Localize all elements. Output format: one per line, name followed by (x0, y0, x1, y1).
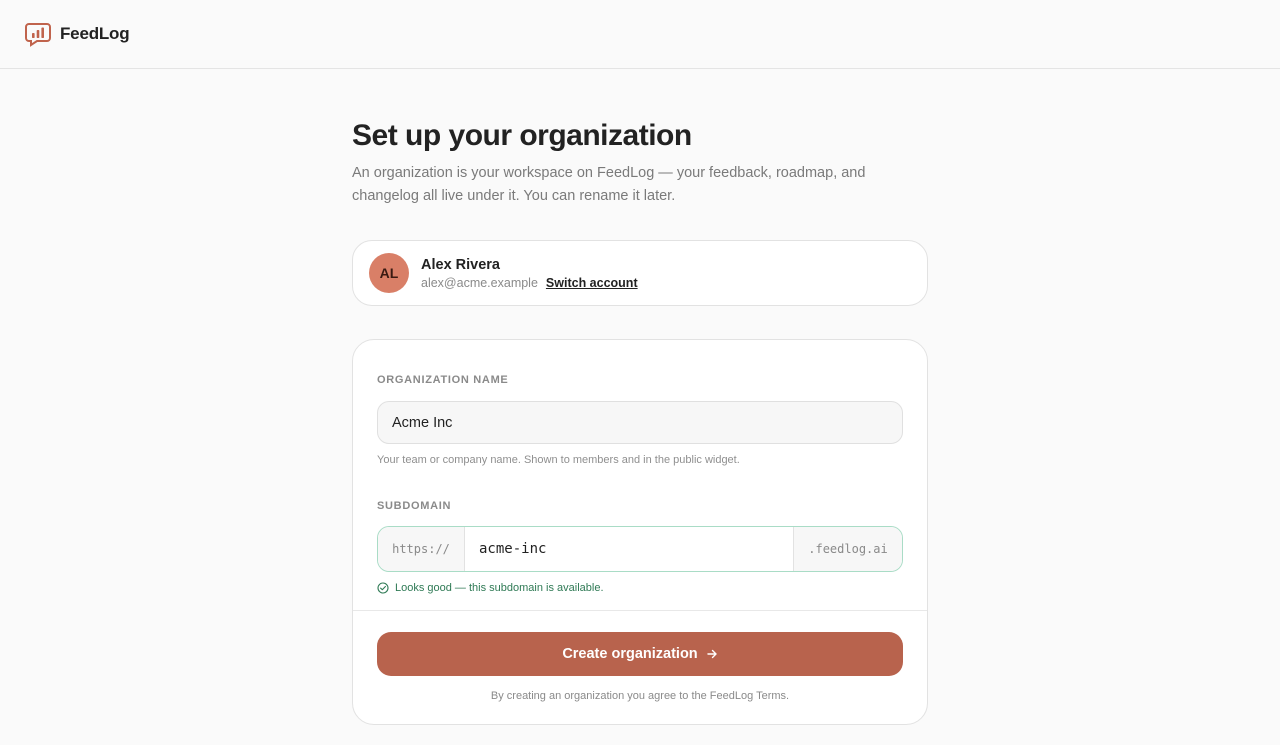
account-info: Alex Rivera alex@acme.example Switch acc… (421, 256, 638, 290)
create-organization-label: Create organization (562, 646, 698, 662)
form-footer: Create organization By creating an organ… (353, 611, 927, 702)
setup-main: Set up your organization An organization… (352, 118, 928, 725)
subdomain-suffix: .feedlog.ai (793, 527, 902, 571)
org-name-input[interactable] (377, 401, 903, 444)
subdomain-input[interactable] (465, 527, 793, 571)
account-sub: alex@acme.example Switch account (421, 276, 638, 290)
org-name-label: ORGANIZATION NAME (377, 374, 509, 386)
account-name: Alex Rivera (421, 257, 500, 273)
create-organization-button[interactable]: Create organization (377, 632, 903, 676)
check-circle-icon (377, 582, 389, 594)
org-form-card: ORGANIZATION NAME Your team or company n… (352, 339, 928, 725)
subdomain-field: https:// .feedlog.ai (377, 526, 903, 572)
app-name: FeedLog (60, 24, 130, 43)
subdomain-prefix: https:// (378, 527, 465, 571)
avatar: AL (369, 253, 409, 293)
terms-note: By creating an organization you agree to… (490, 690, 790, 702)
switch-account-link[interactable]: Switch account (546, 276, 638, 290)
top-bar: FeedLog (0, 0, 1280, 69)
subdomain-status-text: Looks good — this subdomain is available… (395, 582, 604, 594)
org-name-hint: Your team or company name. Shown to memb… (377, 454, 740, 466)
subdomain-status: Looks good — this subdomain is available… (377, 581, 903, 595)
logo-icon (25, 23, 51, 47)
page-title: Set up your organization (352, 119, 692, 152)
account-card: AL Alex Rivera alex@acme.example Switch … (352, 240, 928, 306)
account-email: alex@acme.example (421, 276, 538, 290)
arrow-right-icon (706, 649, 717, 659)
form-body: ORGANIZATION NAME Your team or company n… (353, 340, 927, 611)
subdomain-label: SUBDOMAIN (377, 500, 452, 512)
page-subtitle: An organization is your workspace on Fee… (352, 165, 866, 204)
app-logo[interactable]: FeedLog (25, 21, 130, 47)
